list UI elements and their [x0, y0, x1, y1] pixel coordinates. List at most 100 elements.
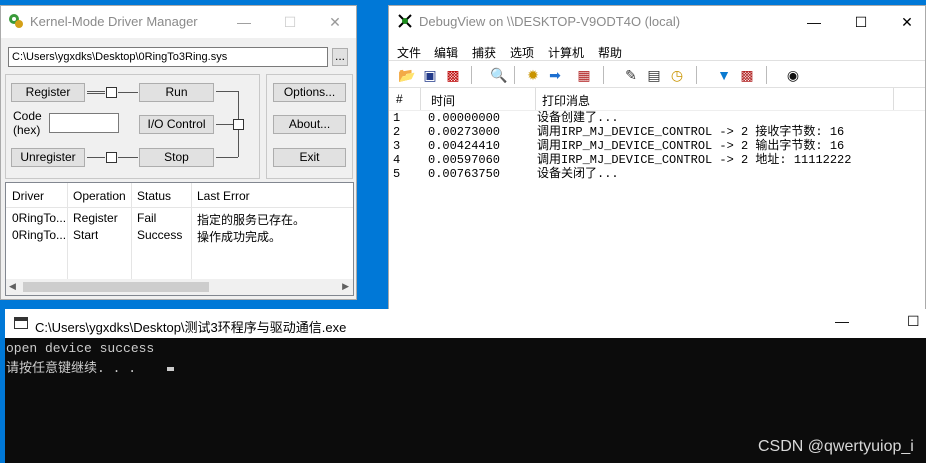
- toolbar-separator: [766, 66, 767, 84]
- menu-computer[interactable]: 计算机: [548, 44, 584, 61]
- scroll-thumb[interactable]: [23, 282, 209, 292]
- maximize-button[interactable]: ☐: [907, 313, 920, 330]
- row-message: 调用IRP_MJ_DEVICE_CONTROL -> 2 输出字节数: 16: [537, 139, 845, 153]
- row-message: 调用IRP_MJ_DEVICE_CONTROL -> 2 地址: 1111222…: [537, 153, 852, 167]
- debugview-window: DebugView on \\DESKTOP-V9ODT4O (local) —…: [388, 5, 926, 310]
- row-time: 0.00273000: [428, 125, 501, 139]
- column-header[interactable]: Operation: [73, 189, 126, 203]
- toolbar-separator: [696, 66, 697, 84]
- minimize-button[interactable]: —: [791, 6, 837, 38]
- menu-help[interactable]: 帮助: [598, 44, 622, 61]
- options-button[interactable]: Options...: [273, 83, 346, 102]
- maximize-button[interactable]: ☐: [838, 6, 884, 38]
- io-control-button[interactable]: I/O Control: [139, 115, 214, 134]
- horizontal-scrollbar[interactable]: ◀ ▶: [6, 279, 353, 295]
- kmd-title: Kernel-Mode Driver Manager: [30, 14, 198, 29]
- clear-display-icon[interactable]: ✎: [622, 66, 640, 84]
- kmd-app-icon: [8, 13, 24, 29]
- console-titlebar[interactable]: C:\Users\ygxdks\Desktop\测试3环程序与驱动通信.exe …: [5, 309, 926, 338]
- menu-capture[interactable]: 捕获: [472, 44, 496, 61]
- column-header[interactable]: #: [396, 92, 403, 106]
- connector-line: [238, 91, 239, 119]
- exit-button[interactable]: Exit: [273, 148, 346, 167]
- find-binoculars-icon[interactable]: ◉: [784, 66, 802, 84]
- column-header[interactable]: Last Error: [197, 189, 250, 203]
- row-time: 0.00597060: [428, 153, 501, 167]
- row-time: 0.00424410: [428, 139, 501, 153]
- console-title: C:\Users\ygxdks\Desktop\测试3环程序与驱动通信.exe: [35, 320, 347, 335]
- column-header[interactable]: 时间: [431, 92, 455, 109]
- operation-cell: Start: [73, 228, 99, 242]
- row-number: 3: [393, 139, 401, 153]
- status-cell: Fail: [137, 211, 157, 225]
- row-time: 0.00763750: [428, 167, 501, 181]
- table-row[interactable]: 3 0.00424410 调用IRP_MJ_DEVICE_CONTROL -> …: [389, 139, 925, 153]
- console-line: 请按任意键继续. . .: [6, 361, 137, 376]
- run-button[interactable]: Run: [139, 83, 214, 102]
- ioctl-code-input[interactable]: [49, 113, 119, 133]
- highlight-icon[interactable]: ▦: [575, 66, 593, 84]
- driver-cell: 0RingTo...: [12, 211, 66, 225]
- list-item[interactable]: 0RingTo... Register Fail 指定的服务已存在。: [6, 209, 353, 227]
- driver-cell: 0RingTo...: [12, 228, 66, 242]
- save-log-icon[interactable]: ▩: [444, 66, 462, 84]
- close-button[interactable]: ✕: [312, 6, 358, 38]
- minimize-button[interactable]: —: [221, 6, 267, 38]
- menu-edit[interactable]: 编辑: [434, 44, 458, 61]
- column-header[interactable]: Driver: [12, 189, 44, 203]
- row-number: 2: [393, 125, 401, 139]
- driver-log-list[interactable]: Driver Operation Status Last Error 0Ring…: [5, 182, 354, 296]
- minimize-button[interactable]: —: [835, 313, 849, 329]
- table-row[interactable]: 4 0.00597060 调用IRP_MJ_DEVICE_CONTROL -> …: [389, 153, 925, 167]
- connector-line: [216, 124, 233, 125]
- toolbar-separator: [603, 66, 604, 84]
- unregister-button[interactable]: Unregister: [11, 148, 85, 167]
- stop-button[interactable]: Stop: [139, 148, 214, 167]
- autoscroll-arrow-icon[interactable]: ➡: [546, 66, 564, 84]
- table-row[interactable]: 2 0.00273000 调用IRP_MJ_DEVICE_CONTROL -> …: [389, 125, 925, 139]
- connector-line: [118, 157, 138, 158]
- operation-cell: Register: [73, 211, 118, 225]
- filter-icon[interactable]: ▼: [715, 66, 733, 84]
- row-number: 4: [393, 153, 401, 167]
- table-row[interactable]: 5 0.00763750 设备关闭了...: [389, 167, 925, 181]
- browse-button[interactable]: ...: [332, 48, 348, 66]
- open-folder-icon[interactable]: 📂: [398, 66, 416, 84]
- status-cell: Success: [137, 228, 183, 242]
- menu-file[interactable]: 文件: [397, 44, 421, 61]
- close-button[interactable]: ✕: [884, 6, 926, 38]
- row-number: 1: [393, 111, 401, 125]
- column-header[interactable]: 打印消息: [542, 92, 590, 109]
- search-icon[interactable]: 🔍: [490, 66, 508, 84]
- capture-gear-icon[interactable]: ✹: [524, 66, 542, 84]
- driver-path-input[interactable]: [8, 47, 328, 67]
- connector-line: [216, 91, 238, 92]
- debug-log-list[interactable]: 1 0.00000000 设备创建了... 2 0.00273000 调用IRP…: [389, 110, 925, 308]
- table-row[interactable]: 1 0.00000000 设备创建了...: [389, 111, 925, 125]
- toolbar-separator: [471, 66, 472, 84]
- filter-settings-icon[interactable]: ▩: [738, 66, 756, 84]
- maximize-button[interactable]: ☐: [267, 6, 313, 38]
- io-status-box: [233, 119, 244, 130]
- list-header: Driver Operation Status Last Error: [6, 183, 353, 208]
- error-cell: 操作成功完成。: [197, 230, 282, 244]
- row-time: 0.00000000: [428, 111, 501, 125]
- register-button[interactable]: Register: [11, 83, 85, 102]
- scroll-left-icon[interactable]: ◀: [9, 281, 16, 292]
- debugview-titlebar[interactable]: DebugView on \\DESKTOP-V9ODT4O (local) —…: [389, 6, 925, 38]
- row-message: 调用IRP_MJ_DEVICE_CONTROL -> 2 接收字节数: 16: [537, 125, 845, 139]
- debugview-app-icon: [397, 13, 413, 29]
- unregister-status-box: [106, 152, 117, 163]
- list-item[interactable]: 0RingTo... Start Success 操作成功完成。: [6, 226, 353, 244]
- debugview-title: DebugView on \\DESKTOP-V9ODT4O (local): [419, 14, 681, 29]
- about-button[interactable]: About...: [273, 115, 346, 134]
- save-icon[interactable]: ▣: [421, 66, 439, 84]
- kmd-window: Kernel-Mode Driver Manager — ☐ ✕ ... Reg…: [0, 5, 357, 300]
- menu-options[interactable]: 选项: [510, 44, 534, 61]
- register-status-box: [106, 87, 117, 98]
- column-header[interactable]: Status: [137, 189, 171, 203]
- scroll-right-icon[interactable]: ▶: [342, 281, 349, 292]
- kmd-titlebar[interactable]: Kernel-Mode Driver Manager — ☐ ✕: [1, 6, 356, 38]
- clock-time-icon[interactable]: ◷: [668, 66, 686, 84]
- properties-icon[interactable]: ▤: [645, 66, 663, 84]
